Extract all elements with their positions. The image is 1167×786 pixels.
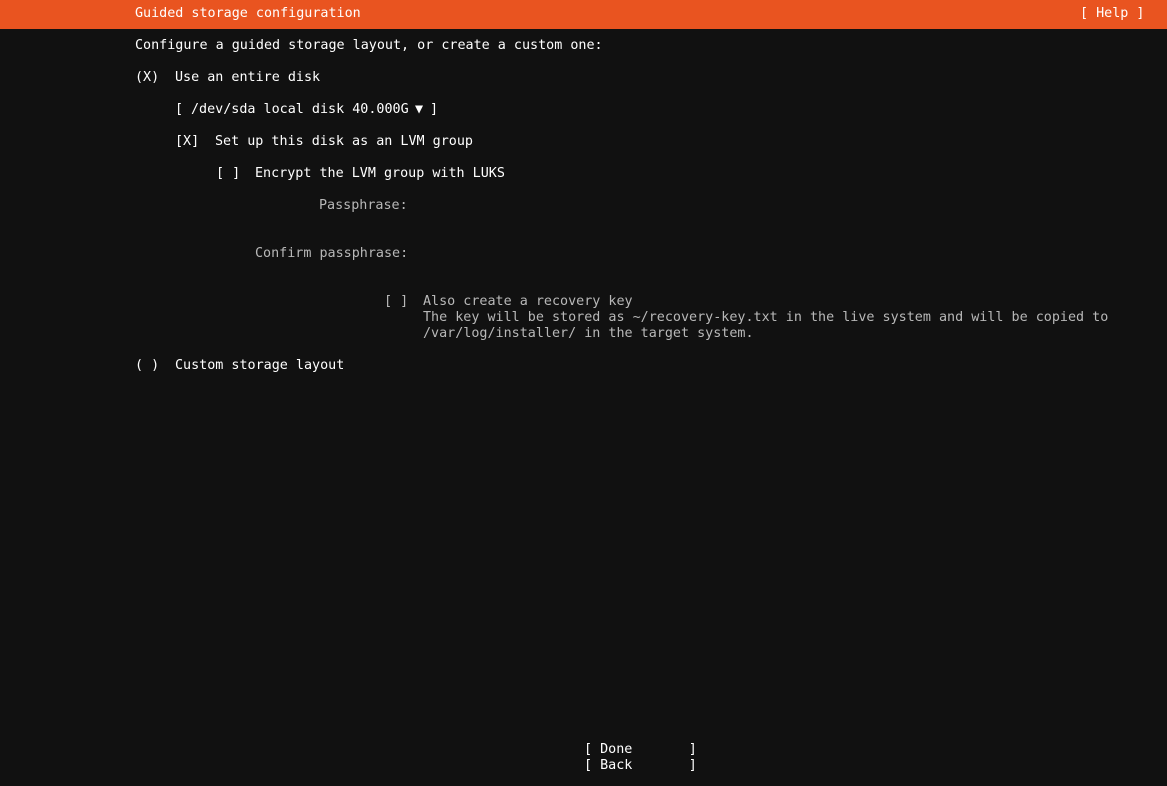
recovery-key-checkbox: [ ] [384, 294, 409, 309]
custom-layout-label: Custom storage layout [175, 358, 345, 373]
disk-select-open-bracket: [ [175, 102, 184, 117]
custom-layout-radio[interactable]: ( ) [135, 358, 159, 374]
lvm-label: Set up this disk as an LVM group [215, 134, 473, 149]
passphrase-label: Passphrase: [319, 198, 408, 213]
recovery-key-description-line2: /var/log/installer/ in the target system… [423, 326, 754, 341]
chevron-down-icon[interactable]: ▼ [415, 102, 423, 118]
recovery-key-label: Also create a recovery key [423, 294, 633, 309]
luks-checkbox[interactable]: [ ] [216, 166, 240, 182]
intro-text: Configure a guided storage layout, or cr… [135, 38, 603, 53]
back-button[interactable]: [ Back ] [584, 758, 697, 774]
confirm-passphrase-label: Confirm passphrase: [255, 246, 409, 261]
help-button[interactable]: [ Help ] [1080, 6, 1145, 22]
entire-disk-radio[interactable]: (X) [135, 70, 159, 86]
lvm-checkbox[interactable]: [X] [175, 134, 199, 150]
entire-disk-label: Use an entire disk [175, 70, 321, 85]
recovery-key-description-line1: The key will be stored as ~/recovery-key… [423, 310, 1109, 325]
disk-select-value[interactable]: /dev/sda local disk 40.000G [191, 102, 409, 118]
done-button[interactable]: [ Done ] [584, 742, 697, 758]
disk-select-close-bracket: ] [430, 102, 439, 117]
luks-label: Encrypt the LVM group with LUKS [255, 166, 505, 181]
page-title: Guided storage configuration [135, 6, 361, 21]
